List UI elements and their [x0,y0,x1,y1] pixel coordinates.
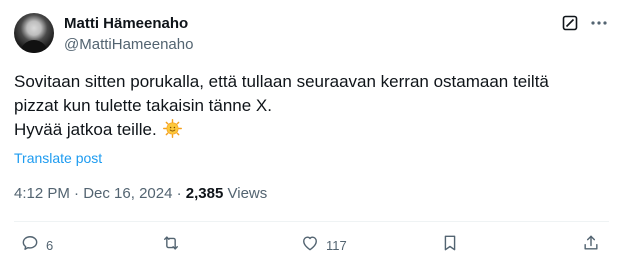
bookmark-button[interactable] [440,234,460,256]
more-dots-icon[interactable] [589,15,609,31]
avatar-figure [20,40,48,53]
tweet-text: Sovitaan sitten porukalla, että tullaan … [14,70,609,142]
repost-icon [161,233,181,258]
reply-count: 6 [46,237,54,253]
repost-button[interactable] [161,234,181,256]
like-button[interactable]: 117 [300,234,347,256]
bookmark-icon [440,233,460,258]
reply-button[interactable]: 6 [20,234,53,256]
heart-icon [300,233,320,258]
translate-post-link[interactable]: Translate post [14,149,102,167]
views-label: Views [227,185,268,202]
tweet-line: Hyvää jatkoa teille. [14,120,157,139]
views-count: 2,385 [185,185,224,202]
author-avatar[interactable] [14,13,54,53]
tweet-line-with-emoji: Hyvää jatkoa teille. [14,118,609,142]
author-name[interactable]: Matti Hämeenaho [64,14,188,34]
tweet-time[interactable]: 4:12 PM [14,185,70,202]
share-button[interactable] [581,234,601,256]
reply-icon [20,233,40,258]
tweet-meta: 4:12 PM · Dec 16, 2024 · 2,385 Views [14,184,267,204]
smiling-sun-emoji-icon [163,119,183,138]
meta-separator: · [74,185,80,202]
author-handle[interactable]: @MattiHameenaho [64,35,193,55]
tweet-date[interactable]: Dec 16, 2024 [83,185,172,202]
tweet-line: pizzat kun tulette takaisin tänne X. [14,96,272,115]
divider [14,221,609,222]
tweet-line: Sovitaan sitten porukalla, että tullaan … [14,72,549,91]
share-icon [581,233,601,258]
meta-separator: · [176,185,182,202]
grok-icon[interactable] [562,15,578,31]
like-count: 117 [326,237,347,253]
